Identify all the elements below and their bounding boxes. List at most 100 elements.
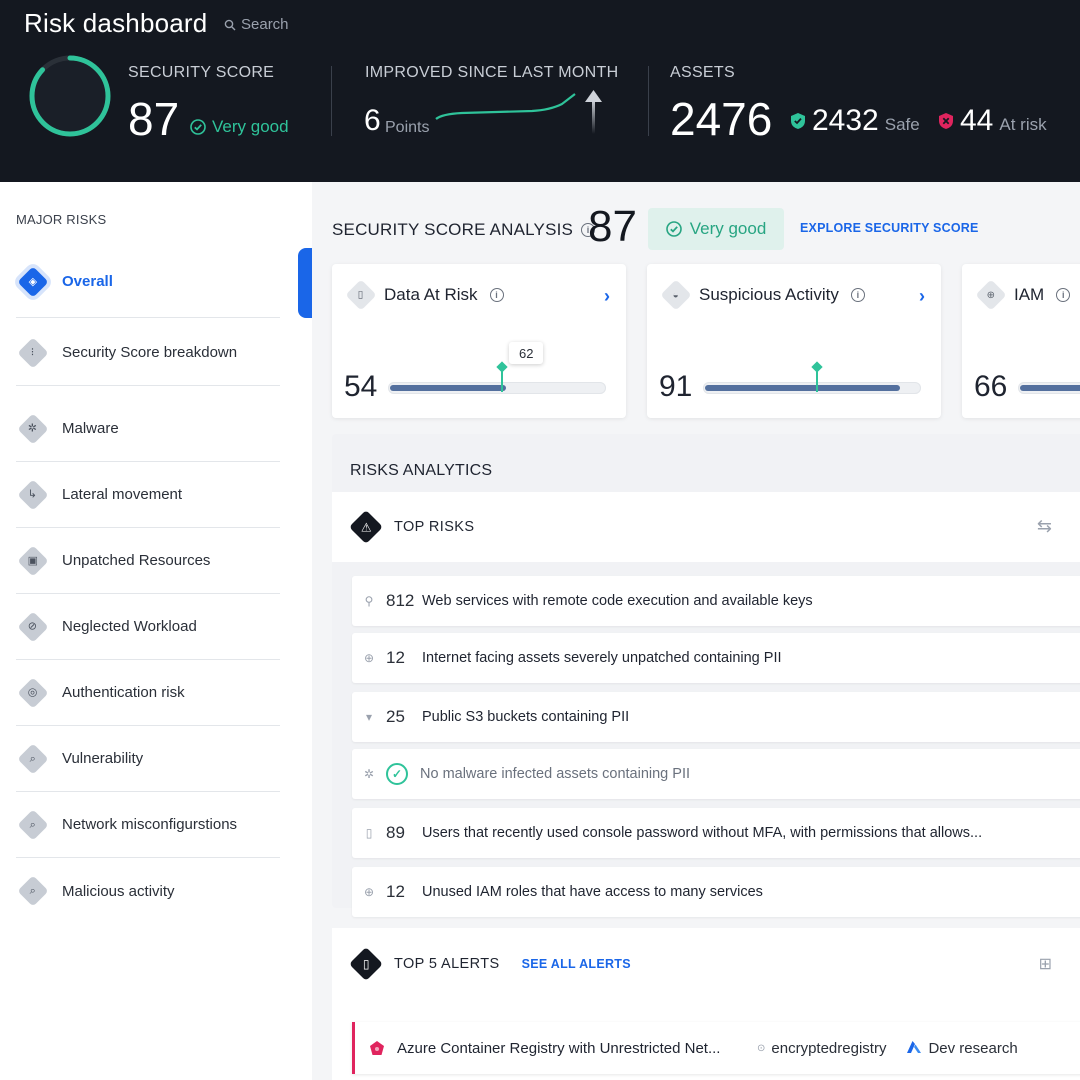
sidebar-item-security-score-breakdown[interactable]: ⁝ Security Score breakdown — [16, 320, 280, 386]
overall-icon: ◈ — [17, 265, 49, 298]
fingerprint-icon: ◎ — [17, 676, 49, 709]
sidebar-item-label: Network misconfigurstions — [62, 816, 238, 833]
security-score-status-text: Very good — [212, 117, 289, 136]
info-icon[interactable]: i — [850, 288, 865, 302]
sidebar-item-overall[interactable]: ◈ Overall — [16, 246, 280, 318]
spy-icon: ◒ — [660, 279, 692, 311]
sidebar-item-malicious-activity[interactable]: ⌕ Malicious activity — [16, 858, 280, 924]
explore-security-score-link[interactable]: EXPLORE SECURITY SCORE — [800, 221, 979, 235]
see-all-alerts-link[interactable]: SEE ALL ALERTS — [522, 957, 631, 971]
risk-description: Web services with remote code execution … — [422, 593, 813, 609]
sidebar-item-label: Security Score breakdown — [62, 344, 238, 361]
risk-row[interactable]: ⚲ 812 Web services with remote code execut… — [352, 576, 1080, 626]
top-risks-header: ⚠ TOP RISKS ⇆ — [332, 492, 1080, 562]
score-bar — [703, 366, 921, 394]
header-divider — [331, 66, 332, 136]
vulnerability-icon: ⌕ — [17, 742, 49, 775]
critical-severity-icon — [370, 1041, 384, 1055]
search-icon — [224, 19, 236, 30]
score-card-header: ▯ Data At Risk i — [345, 279, 504, 311]
improved-value: 6 — [364, 104, 381, 137]
risks-analytics-panel: RISKS ANALYTICS ⚠ TOP RISKS ⇆ ⚲ 812 Web se… — [332, 434, 1080, 917]
assets-at-risk: 44 At risk — [938, 104, 1047, 138]
score-breakdown-icon: ⁝ — [17, 336, 49, 369]
status-badge-text: Very good — [689, 219, 767, 238]
score-card-title: IAM — [1014, 285, 1045, 304]
risk-row[interactable]: ▯ 89 Users that recently used console pass… — [352, 808, 1080, 858]
lateral-movement-icon: ↳ — [17, 478, 49, 511]
top-alerts-heading: ▯ TOP 5 ALERTS SEE ALL ALERTS — [349, 947, 631, 981]
assets-total: 2476 — [670, 93, 773, 145]
alert-account-name: Dev research — [928, 1039, 1018, 1057]
header-divider — [648, 66, 649, 136]
bug-icon: ✲ — [17, 412, 49, 445]
status-badge: Very good — [648, 208, 784, 250]
security-analysis-title-text: SECURITY SCORE ANALYSIS — [332, 220, 574, 239]
info-icon[interactable]: i — [1056, 288, 1071, 302]
score-card-header: ⊕ IAM i — [975, 279, 1071, 311]
risk-count: 89 — [386, 823, 405, 842]
sidebar-item-network-misconfigurstions[interactable]: ⌕ Network misconfigurstions — [16, 792, 280, 858]
benchmark-marker — [501, 366, 504, 392]
security-score-status: Very good — [190, 117, 289, 137]
info-icon[interactable]: i — [489, 288, 504, 302]
sidebar-item-neglected-workload[interactable]: ⊘ Neglected Workload — [16, 594, 280, 660]
check-circle-icon — [190, 119, 206, 135]
page-title: Risk dashboard — [24, 8, 208, 38]
score-card-suspicious-activity[interactable]: ◒ Suspicious Activity i › 91 — [647, 264, 941, 418]
risk-description: No malware infected assets containing PI… — [420, 766, 690, 782]
chevron-right-icon[interactable]: › — [604, 286, 610, 307]
benchmark-tooltip: 62 — [509, 342, 544, 364]
alert-row[interactable]: Azure Container Registry with Unrestrict… — [352, 1022, 1080, 1074]
security-score-value: 87 — [128, 93, 180, 145]
score-card-title: Data At Risk — [384, 285, 478, 304]
top-risks-label: TOP RISKS — [394, 519, 475, 535]
risk-count: 12 — [386, 882, 405, 901]
assets-safe-count: 2432 — [812, 104, 879, 137]
security-analysis-title: SECURITY SCORE ANALYSIS i — [332, 220, 596, 240]
sidebar-item-malware[interactable]: ✲ Malware — [16, 396, 280, 462]
top-risks-heading: ⚠ TOP RISKS — [349, 510, 475, 544]
risk-description: Internet facing assets severely unpatche… — [422, 650, 782, 666]
improvement-trend-line — [435, 90, 602, 134]
top-alerts-label: TOP 5 ALERTS — [394, 956, 500, 972]
search-placeholder: Search — [241, 16, 289, 33]
malicious-icon: ⌕ — [17, 875, 49, 907]
risk-count: 25 — [386, 707, 405, 726]
risk-description: Users that recently used console passwor… — [422, 825, 983, 841]
shield-check-icon — [791, 113, 805, 129]
assets-safe: 2432 Safe — [790, 104, 920, 138]
score-card-value: 54 — [344, 370, 378, 403]
risk-count: 812 — [386, 591, 415, 610]
unpatched-icon: ▣ — [17, 544, 49, 577]
bug-icon: ✲ — [363, 767, 375, 781]
risk-row[interactable]: ⊕ 12 Unused IAM roles that have access to … — [352, 867, 1080, 917]
swap-icon[interactable]: ⇆ — [1037, 516, 1052, 537]
assets-safe-label: Safe — [884, 115, 920, 134]
sidebar-title: MAJOR RISKS — [16, 212, 107, 227]
benchmark-marker — [816, 366, 819, 392]
sidebar-item-label: Lateral movement — [62, 486, 183, 503]
analysis-score: 87 — [588, 202, 637, 251]
sidebar-item-authentication-risk[interactable]: ◎ Authentication risk — [16, 660, 280, 726]
alert-resource: ⊙ encryptedregistry — [757, 1040, 886, 1057]
risk-row[interactable]: ✲ ✓ No malware infected assets containing … — [352, 749, 1080, 799]
score-card-iam[interactable]: ⊕ IAM i 66 — [962, 264, 1080, 418]
risk-row[interactable]: ▾ 25 Public S3 buckets containing PII — [352, 692, 1080, 742]
globe-icon: ⊕ — [363, 651, 375, 665]
sidebar-item-label: Neglected Workload — [62, 618, 197, 635]
sidebar-item-lateral-movement[interactable]: ↳ Lateral movement — [16, 462, 280, 528]
sidebar-item-unpatched-resources[interactable]: ▣ Unpatched Resources — [16, 528, 280, 594]
key-icon: ⚲ — [364, 594, 374, 608]
sidebar-item-vulnerability[interactable]: ⌕ Vulnerability — [16, 726, 280, 792]
risk-description: Unused IAM roles that have access to man… — [422, 884, 763, 900]
search-box[interactable]: Search — [224, 16, 289, 33]
improved-unit: Points — [385, 119, 430, 136]
score-card-data-at-risk[interactable]: ▯ Data At Risk i › 54 62 — [332, 264, 626, 418]
risk-row[interactable]: ⊕ 12 Internet facing assets severely unpat… — [352, 633, 1080, 683]
grid-icon[interactable]: ⊞ — [1039, 954, 1052, 974]
chevron-right-icon[interactable]: › — [919, 286, 925, 307]
network-icon: ⌕ — [17, 808, 49, 841]
risks-analytics-title: RISKS ANALYTICS — [350, 462, 493, 479]
improved-label: IMPROVED SINCE LAST MONTH — [365, 64, 619, 81]
